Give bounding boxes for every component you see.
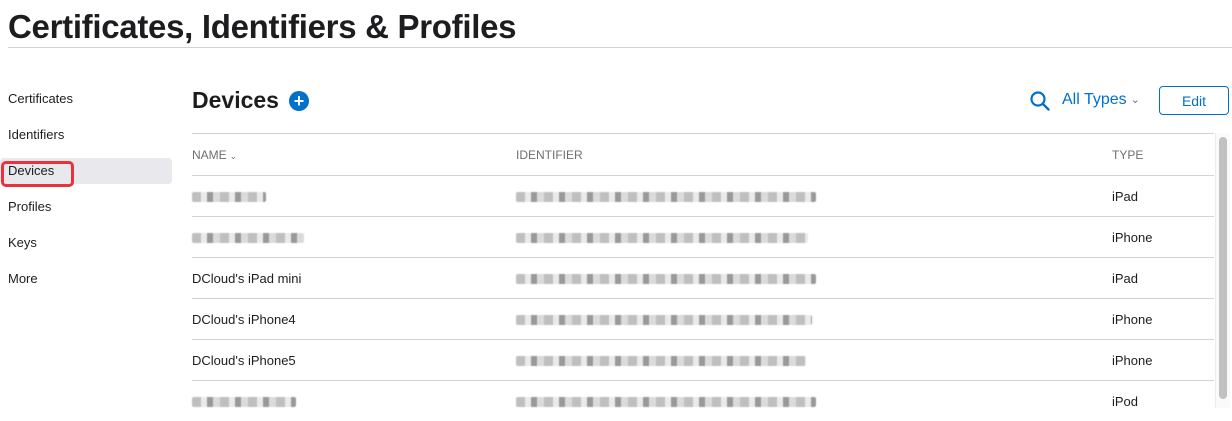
device-name-redacted [192, 394, 516, 409]
search-icon [1030, 91, 1050, 111]
device-name-redacted [192, 189, 516, 204]
table-row[interactable]: iPhone [192, 216, 1214, 257]
sidebar-item-keys[interactable]: Keys [0, 230, 172, 256]
table-row[interactable]: DCloud's iPhone4 iPhone [192, 298, 1214, 339]
table-row[interactable]: iPod [192, 380, 1214, 421]
device-identifier-redacted [516, 271, 1112, 286]
table-row[interactable]: DCloud's iPhone5 iPhone [192, 339, 1214, 380]
sidebar-item-devices[interactable]: Devices [0, 158, 172, 184]
device-type: iPad [1112, 270, 1139, 286]
type-filter-label: All Types [1062, 91, 1127, 108]
device-type: iPad [1112, 188, 1139, 204]
device-identifier-redacted [516, 230, 1112, 245]
device-name-redacted [192, 230, 516, 245]
device-identifier-redacted [516, 312, 1112, 327]
device-name: DCloud's iPhone4 [192, 311, 296, 327]
device-type: iPod [1112, 393, 1139, 409]
device-type: iPhone [1112, 352, 1153, 368]
sidebar-item-more[interactable]: More [0, 266, 172, 292]
sidebar-item-identifiers[interactable]: Identifiers [0, 122, 172, 148]
table-row[interactable]: iPad [192, 175, 1214, 216]
table-scrollbar[interactable] [1215, 133, 1230, 408]
device-name: DCloud's iPhone5 [192, 352, 296, 368]
device-identifier-redacted [516, 189, 1112, 204]
devices-table: NAME ⌄ IDENTIFIER TYPE iPad iPhone DCloud… [192, 133, 1214, 421]
scrollbar-thumb[interactable] [1219, 137, 1227, 399]
device-name: DCloud's iPad mini [192, 270, 302, 286]
chevron-down-icon: ⌄ [1130, 94, 1140, 106]
table-row[interactable]: DCloud's iPad mini iPad [192, 257, 1214, 298]
sidebar-item-profiles[interactable]: Profiles [0, 194, 172, 220]
column-header-identifier: IDENTIFIER [516, 147, 583, 162]
edit-button[interactable]: Edit [1159, 86, 1229, 115]
device-identifier-redacted [516, 353, 1112, 368]
title-divider [8, 47, 1232, 48]
device-type: iPhone [1112, 229, 1153, 245]
section-title: Devices [192, 87, 279, 113]
search-button[interactable] [1029, 90, 1051, 112]
type-filter-dropdown[interactable]: All Types ⌄ [1062, 91, 1140, 109]
device-identifier-redacted [516, 394, 1112, 409]
column-header-type: TYPE [1112, 147, 1144, 162]
column-header-name[interactable]: NAME ⌄ [192, 148, 516, 162]
add-device-button[interactable]: + [289, 91, 309, 111]
sidebar-item-certificates[interactable]: Certificates [0, 86, 172, 112]
table-header: NAME ⌄ IDENTIFIER TYPE [192, 133, 1214, 175]
chevron-down-icon: ⌄ [229, 150, 238, 161]
device-type: iPhone [1112, 311, 1153, 327]
page-title: Certificates, Identifiers & Profiles [8, 8, 517, 45]
sidebar: Certificates Identifiers Devices Profile… [0, 86, 172, 302]
